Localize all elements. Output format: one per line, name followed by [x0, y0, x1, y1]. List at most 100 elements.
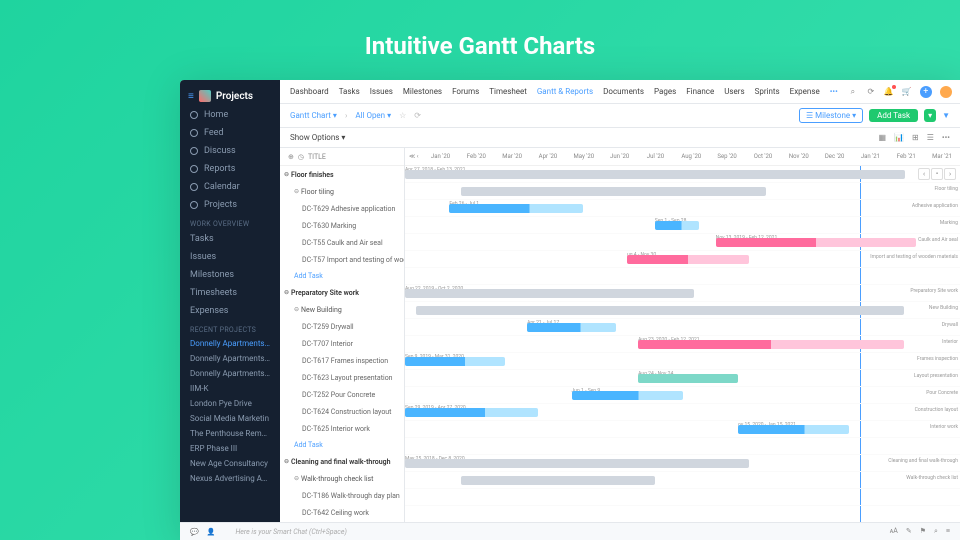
- task-row[interactable]: DC-T629 Adhesive application: [280, 200, 404, 217]
- gantt-row[interactable]: [405, 506, 960, 523]
- bottom-d[interactable]: ⌕: [934, 527, 938, 536]
- bottom-b[interactable]: ✎: [906, 527, 912, 536]
- tab-sprints[interactable]: Sprints: [755, 87, 780, 96]
- gantt-bar[interactable]: [638, 340, 904, 349]
- tab-milestones[interactable]: Milestones: [403, 87, 442, 96]
- topbar-more[interactable]: •••: [830, 87, 838, 96]
- project-item[interactable]: Nexus Advertising Age: [180, 471, 280, 486]
- search-icon[interactable]: ⌕: [848, 87, 858, 97]
- project-item[interactable]: London Pye Drive: [180, 396, 280, 411]
- bottom-a[interactable]: ᴀA: [890, 527, 898, 536]
- tab-issues[interactable]: Issues: [370, 87, 393, 96]
- timeline-prev[interactable]: ≪ ‹: [405, 153, 423, 160]
- gantt-bar[interactable]: [405, 170, 905, 179]
- gantt-bar[interactable]: [655, 221, 699, 230]
- nav-projects[interactable]: Projects: [180, 196, 280, 214]
- nav-calendar[interactable]: Calendar: [180, 178, 280, 196]
- task-row[interactable]: ⊖Walk-through check list: [280, 470, 404, 487]
- task-row[interactable]: ⊖New Building: [280, 301, 404, 318]
- tab-finance[interactable]: Finance: [686, 87, 714, 96]
- gantt-row[interactable]: Aug 24 - Nov 24Layout presentation: [405, 370, 960, 387]
- gantt-row[interactable]: ov 15, 2020 - Jan 15, 2021Interior work: [405, 421, 960, 438]
- menu-icon[interactable]: ≡: [188, 91, 194, 102]
- tab-dashboard[interactable]: Dashboard: [290, 87, 329, 96]
- add-task-link[interactable]: Add Task: [280, 437, 404, 453]
- gantt-row[interactable]: Sep 1 - Sep 28Marking: [405, 217, 960, 234]
- gantt-bar[interactable]: [638, 374, 738, 383]
- bottom-e[interactable]: ≡: [946, 527, 950, 536]
- gantt-bar[interactable]: [716, 238, 916, 247]
- task-row[interactable]: ⊖Preparatory Site work: [280, 284, 404, 301]
- gantt-row[interactable]: Aug 22, 2019 - Oct 2, 2020Preparatory Si…: [405, 285, 960, 302]
- gantt-bar[interactable]: [461, 187, 766, 196]
- gantt-bar[interactable]: [405, 459, 749, 468]
- opt-icon-3[interactable]: ⊞: [912, 133, 919, 142]
- nav-home[interactable]: Home: [180, 106, 280, 124]
- title-header[interactable]: ⊕ ◷ TITLE: [280, 148, 404, 166]
- project-item[interactable]: The Penthouse Remod: [180, 426, 280, 441]
- add-task-more[interactable]: ▾: [924, 109, 936, 122]
- gantt-bar[interactable]: [405, 408, 538, 417]
- gantt-bar[interactable]: [405, 357, 505, 366]
- gantt-bar[interactable]: [416, 306, 904, 315]
- project-item[interactable]: Donnelly Apartments C: [180, 351, 280, 366]
- opt-icon-more[interactable]: •••: [942, 133, 950, 142]
- chat-hint[interactable]: Here is your Smart Chat (Ctrl+Space): [235, 528, 346, 536]
- task-row[interactable]: DC-T624 Construction layout: [280, 403, 404, 420]
- wo-issues[interactable]: Issues: [180, 248, 280, 266]
- task-row[interactable]: ⊖Floor finishes: [280, 166, 404, 183]
- gantt-row[interactable]: Walk-through check list: [405, 472, 960, 489]
- nav-feed[interactable]: Feed: [180, 124, 280, 142]
- gantt-row[interactable]: Feb 26 - Jul 1Adhesive application: [405, 200, 960, 217]
- gantt-row[interactable]: New Building: [405, 302, 960, 319]
- gantt-row[interactable]: Floor tiling: [405, 183, 960, 200]
- gantt-row[interactable]: May 25, 2018 - Dec 8, 2020Cleaning and f…: [405, 455, 960, 472]
- gantt-row[interactable]: ug 4 - Nov 30Import and testing of woode…: [405, 251, 960, 268]
- project-item[interactable]: Donnelly Apartments C: [180, 336, 280, 351]
- project-item[interactable]: Social Media Marketin: [180, 411, 280, 426]
- tab-users[interactable]: Users: [724, 87, 744, 96]
- task-row[interactable]: DC-T707 Interior: [280, 335, 404, 352]
- gantt-row[interactable]: Nov 13, 2019 - Feb 12, 2021Caulk and Air…: [405, 234, 960, 251]
- gantt-row[interactable]: Sep 29, 2019 - Apr 27, 2020Construction …: [405, 404, 960, 421]
- filter-icon[interactable]: ▼: [942, 111, 950, 120]
- gantt-row[interactable]: Sep 9, 2019 - Mar 31, 2020Frames inspect…: [405, 353, 960, 370]
- star-icon[interactable]: ☆: [399, 111, 406, 120]
- task-row[interactable]: DC-T630 Marking: [280, 217, 404, 234]
- gantt-chart[interactable]: ≪ ‹ Jan '20Feb '20Mar '20Apr '20May '20J…: [405, 148, 960, 540]
- view-dropdown[interactable]: Gantt Chart ▾: [290, 111, 337, 120]
- opt-icon-2[interactable]: 📊: [894, 133, 904, 142]
- task-row[interactable]: ⊖Floor tiling: [280, 183, 404, 200]
- filter-dropdown[interactable]: All Open ▾: [355, 111, 391, 120]
- gantt-bar[interactable]: [461, 476, 655, 485]
- gantt-row[interactable]: Apr 21 - Jul 17Drywall: [405, 319, 960, 336]
- opt-icon-1[interactable]: ▦: [878, 133, 886, 142]
- gantt-bar[interactable]: [572, 391, 683, 400]
- avatar[interactable]: [940, 86, 952, 98]
- tab-timesheet[interactable]: Timesheet: [489, 87, 527, 96]
- wo-tasks[interactable]: Tasks: [180, 230, 280, 248]
- task-row[interactable]: DC-T617 Frames inspection: [280, 352, 404, 369]
- gantt-bar[interactable]: [449, 204, 582, 213]
- task-row[interactable]: ⊖Cleaning and final walk-through: [280, 453, 404, 470]
- tab-forums[interactable]: Forums: [452, 87, 479, 96]
- wo-milestones[interactable]: Milestones: [180, 266, 280, 284]
- task-row[interactable]: DC-T55 Caulk and Air seal: [280, 234, 404, 251]
- sidebar-brand[interactable]: ≡ Projects: [180, 86, 280, 106]
- tab-gantt-reports[interactable]: Gantt & Reports: [537, 87, 593, 96]
- gantt-row[interactable]: Jun 1 - Sep 9Pour Concrete: [405, 387, 960, 404]
- gantt-bar[interactable]: [405, 289, 694, 298]
- wo-timesheets[interactable]: Timesheets: [180, 284, 280, 302]
- cart-icon[interactable]: 🛒: [902, 87, 912, 97]
- tab-documents[interactable]: Documents: [603, 87, 644, 96]
- tab-pages[interactable]: Pages: [654, 87, 676, 96]
- project-item[interactable]: Donnelly Apartments C: [180, 366, 280, 381]
- task-row[interactable]: DC-T252 Pour Concrete: [280, 386, 404, 403]
- bottom-c[interactable]: ⚑: [920, 527, 926, 536]
- project-item[interactable]: New Age Consultancy: [180, 456, 280, 471]
- gantt-bar[interactable]: [527, 323, 616, 332]
- add-task-link[interactable]: Add Task: [280, 268, 404, 284]
- project-item[interactable]: IIM-K: [180, 381, 280, 396]
- nav-reports[interactable]: Reports: [180, 160, 280, 178]
- add-icon[interactable]: +: [920, 86, 932, 98]
